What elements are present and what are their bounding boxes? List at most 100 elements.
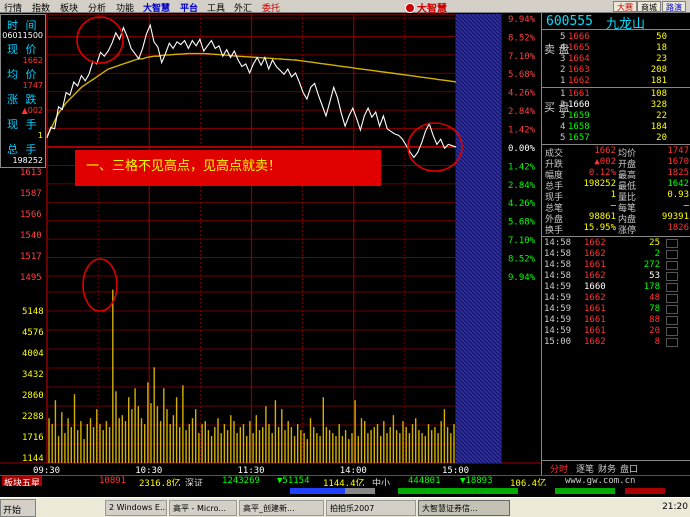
volume-tick-label: 2288 bbox=[22, 412, 44, 422]
trade-price: 1662 bbox=[584, 293, 606, 303]
level-volume: 181 bbox=[650, 76, 667, 86]
level-label: 4 bbox=[560, 122, 566, 132]
pct-tick-label: 7.10% bbox=[508, 236, 536, 246]
volume-tick-label: 2860 bbox=[22, 391, 44, 401]
pct-tick-label: 8.52% bbox=[508, 254, 536, 264]
pct-tick-label: 4.26% bbox=[508, 89, 536, 99]
tab-handicap[interactable]: 盘口 bbox=[620, 462, 638, 475]
volume-tick-label: 3432 bbox=[22, 370, 44, 380]
start-button[interactable]: 开始 bbox=[0, 499, 36, 517]
pct-tick-label: 5.68% bbox=[508, 218, 536, 228]
trade-flag bbox=[666, 294, 678, 303]
menu-item-trade[interactable]: 委托 bbox=[262, 1, 280, 14]
taskbar-item-dzh[interactable]: 大智慧证券信... bbox=[418, 500, 510, 516]
trade-row: 14:58 1662 25 bbox=[542, 238, 690, 249]
stat-value: 0.12% bbox=[588, 168, 616, 178]
menu-item-function[interactable]: 功能 bbox=[116, 1, 134, 14]
trade-row: 14:58 1661 272 bbox=[542, 260, 690, 271]
trade-time: 14:58 bbox=[544, 260, 572, 270]
level-volume: 108 bbox=[650, 89, 667, 99]
pct-tick-label: 9.94% bbox=[508, 273, 536, 283]
intraday-chart[interactable]: 1613 1587 1566 1540 1517 1495 5148 4576 4004 3432… bbox=[0, 14, 541, 475]
status-strip bbox=[0, 486, 690, 496]
ask-row[interactable]: 2 1663 208 bbox=[542, 65, 690, 76]
trade-flag bbox=[666, 250, 678, 259]
taskbar-item-explorer[interactable]: 2 Windows E... bbox=[105, 500, 167, 516]
trade-volume: 2 bbox=[654, 249, 660, 259]
stat-key: 涨停 bbox=[618, 226, 637, 236]
time-tick-label: 14:00 bbox=[340, 466, 367, 475]
bid-row[interactable]: 4 1658 184 bbox=[542, 122, 690, 133]
menu-item-dzh[interactable]: 大智慧 bbox=[143, 1, 170, 14]
menu-item-analysis[interactable]: 分析 bbox=[88, 1, 106, 14]
ask-row[interactable]: 5 1666 50 bbox=[542, 32, 690, 43]
menu-item-platform[interactable]: 平台 bbox=[180, 1, 198, 14]
quote-info-panel: 时 间 06011500 现 价 1662 均 价 1747 涨 跌 ▲002 … bbox=[0, 14, 46, 168]
plot-frame bbox=[46, 14, 502, 464]
trade-time: 14:59 bbox=[544, 315, 572, 325]
hand-value: 1 bbox=[37, 131, 43, 140]
ask-row[interactable]: 1 1662 181 bbox=[542, 76, 690, 87]
trade-price: 1662 bbox=[584, 249, 606, 259]
level-label: 1 bbox=[560, 89, 566, 99]
menu-item-forex[interactable]: 外汇 bbox=[234, 1, 252, 14]
menu-item-tools[interactable]: 工具 bbox=[207, 1, 225, 14]
taskbar-item-create[interactable]: 高平_创建新... bbox=[239, 500, 324, 516]
stock-code[interactable]: 600555 bbox=[546, 14, 593, 29]
trade-row: 14:59 1660 178 bbox=[542, 282, 690, 293]
trade-price: 1661 bbox=[584, 260, 606, 270]
bid-row[interactable]: 3 1659 22 bbox=[542, 111, 690, 122]
trade-time: 14:58 bbox=[544, 249, 572, 259]
pct-tick-label: 5.68% bbox=[508, 70, 536, 80]
pct-tick-label: 2.84% bbox=[508, 107, 536, 117]
start-label: 开始 bbox=[3, 506, 22, 516]
pct-tick-label: 4.26% bbox=[508, 199, 536, 209]
taskbar-item-word[interactable]: 高平 - Micro... bbox=[169, 500, 237, 516]
tab-timeshare[interactable]: 分时 bbox=[550, 462, 568, 475]
stat-value: — bbox=[683, 201, 689, 211]
smb-index-value: 444801 bbox=[408, 476, 441, 486]
trade-volume: 48 bbox=[649, 293, 660, 303]
ask-row[interactable]: 3 1664 23 bbox=[542, 54, 690, 65]
level-price: 1664 bbox=[568, 54, 590, 64]
bid-row[interactable]: 5 1657 20 bbox=[542, 133, 690, 144]
mall-button[interactable]: 商城 bbox=[637, 1, 661, 12]
ask-row[interactable]: 4 1665 18 bbox=[542, 43, 690, 54]
website-url[interactable]: www.gw.com.cn bbox=[565, 476, 635, 486]
trade-row: 15:00 1662 8 bbox=[542, 337, 690, 348]
stat-value: 98861 bbox=[588, 212, 616, 222]
stat-value: 1670 bbox=[667, 157, 689, 167]
after-hours-zone bbox=[456, 14, 501, 463]
pct-tick-label: 8.52% bbox=[508, 33, 536, 43]
trade-volume: 20 bbox=[649, 326, 660, 336]
level-price: 1661 bbox=[568, 89, 590, 99]
stat-row: 换手 15.95% 涨停 1826 bbox=[542, 223, 690, 236]
roadshow-button[interactable]: 路演 bbox=[662, 1, 686, 12]
trade-time: 14:59 bbox=[544, 282, 572, 292]
tab-finance[interactable]: 财务 bbox=[598, 462, 616, 475]
stat-row: 成交 1662 均价 1747 bbox=[542, 146, 690, 159]
trade-row: 14:59 1661 78 bbox=[542, 304, 690, 315]
trade-time: 14:58 bbox=[544, 271, 572, 281]
bid-row[interactable]: 2 1660 328 bbox=[542, 100, 690, 111]
pct-tick-label: 7.10% bbox=[508, 52, 536, 62]
trade-flag bbox=[666, 338, 678, 347]
price-tick-label: 1566 bbox=[20, 210, 42, 220]
trade-price: 1662 bbox=[584, 238, 606, 248]
level-label: 3 bbox=[560, 54, 566, 64]
trade-flag bbox=[666, 239, 678, 248]
menu-item-index[interactable]: 指数 bbox=[32, 1, 50, 14]
contest-button[interactable]: 大赛 bbox=[613, 1, 637, 12]
tab-ticks[interactable]: 逐笔 bbox=[576, 462, 594, 475]
bid-row[interactable]: 1 1661 108 bbox=[542, 89, 690, 100]
highlight-circle-high bbox=[76, 16, 124, 64]
taskbar-item-paipaile[interactable]: 拍拍乐2007 bbox=[326, 500, 416, 516]
menu-item-quotes[interactable]: 行情 bbox=[4, 1, 22, 14]
stat-key: 换手 bbox=[545, 226, 564, 236]
trade-row: 14:58 1662 53 bbox=[542, 271, 690, 282]
pct-tick-label: 0.00% bbox=[508, 144, 536, 154]
total-value: 198252 bbox=[12, 156, 43, 165]
menu-item-sector[interactable]: 板块 bbox=[60, 1, 78, 14]
trade-price: 1660 bbox=[584, 282, 606, 292]
stock-name: 九龙山 bbox=[606, 17, 646, 32]
